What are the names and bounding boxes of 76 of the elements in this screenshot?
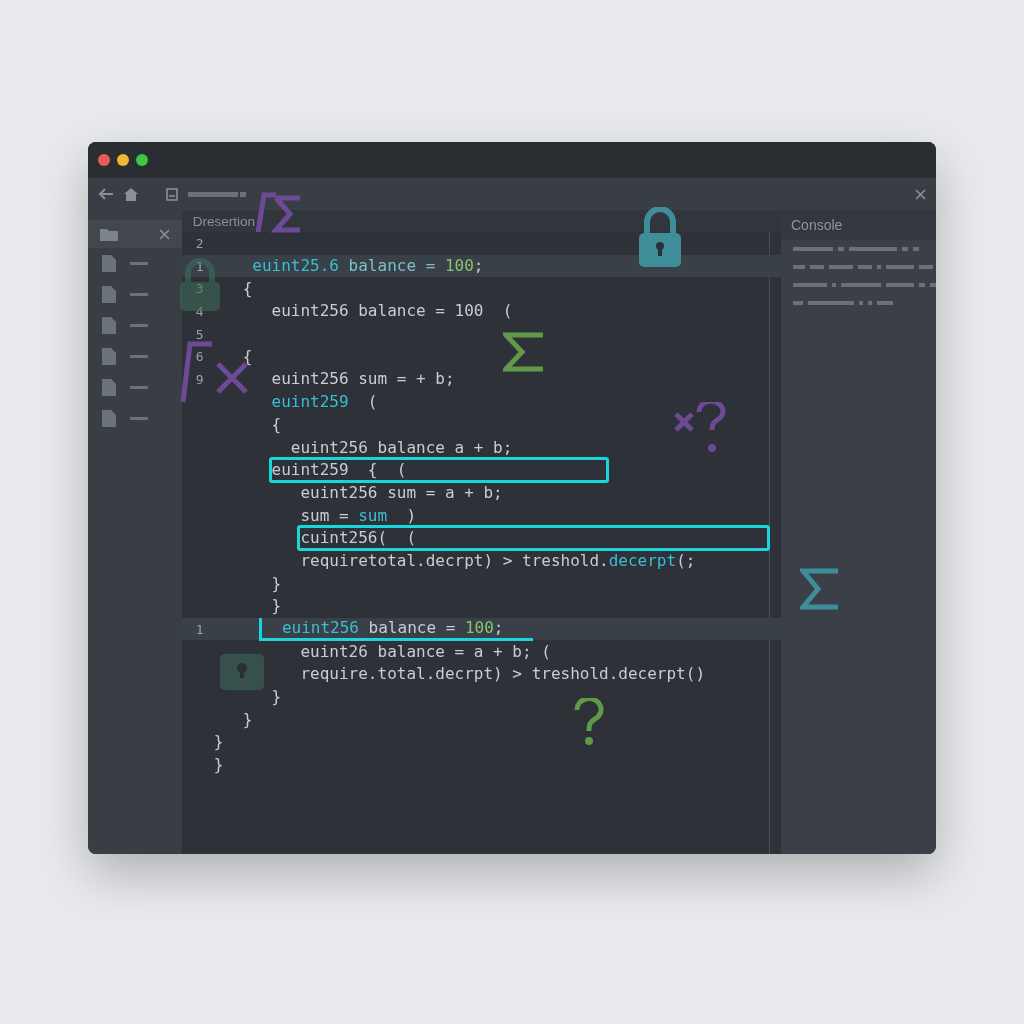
code-line: } <box>270 572 283 595</box>
file-name-placeholder <box>130 262 148 265</box>
code-line: euint256 balance a + b; <box>289 436 514 459</box>
file-name-placeholder <box>130 386 148 389</box>
code-line: { <box>241 277 254 300</box>
outlined-code-line: euint256 balance = 100; <box>258 617 534 641</box>
console-text-placeholder <box>810 265 824 269</box>
code-line: { <box>270 413 283 436</box>
console-text-placeholder <box>793 301 803 305</box>
console-text-placeholder <box>793 283 827 287</box>
code-line: { <box>241 345 254 368</box>
code-line: } <box>212 731 225 754</box>
sigma-icon <box>503 332 545 372</box>
console-text-placeholder <box>859 301 863 305</box>
code-line: } <box>241 708 254 731</box>
document-icon[interactable] <box>166 187 178 201</box>
back-arrow-icon[interactable] <box>98 187 114 201</box>
line-number: 5 <box>195 326 204 342</box>
sigma-icon <box>800 568 840 610</box>
console-text-placeholder <box>829 265 853 269</box>
console-text-placeholder <box>808 301 854 305</box>
close-icon[interactable] <box>915 188 926 200</box>
console-text-placeholder <box>868 301 872 305</box>
console-text-placeholder <box>886 283 914 287</box>
console-text-placeholder <box>832 283 836 287</box>
code-line: sum = sum ) <box>299 504 418 527</box>
console-text-placeholder <box>838 247 844 251</box>
file-name-placeholder <box>130 355 148 358</box>
code-line: euint26 balance = a + b; ( <box>299 640 552 663</box>
file-icon[interactable] <box>102 255 116 272</box>
code-line: requiretotal.decrpt) > treshold.decerpt(; <box>299 549 697 572</box>
file-name-placeholder <box>130 293 148 296</box>
code-line: } <box>270 595 283 618</box>
console-text-placeholder <box>841 283 881 287</box>
code-line: euint25.6 balance = 100; <box>251 255 485 278</box>
console-text-placeholder <box>858 265 872 269</box>
code-line: euint256 sum = + b; <box>270 368 456 391</box>
code-line: euint259 ( <box>270 391 379 414</box>
file-icon[interactable] <box>102 348 116 365</box>
console-text-placeholder <box>877 265 881 269</box>
file-icon[interactable] <box>102 379 116 396</box>
console-text-placeholder <box>877 301 893 305</box>
console-text-placeholder <box>886 265 914 269</box>
file-icon[interactable] <box>102 410 116 427</box>
code-line: require.total.decrpt) > treshold.decerpt() <box>299 663 706 686</box>
root-sigma-icon <box>256 192 303 234</box>
code-line: euint256 sum = a + b; <box>299 481 504 504</box>
line-number: 2 <box>195 235 204 251</box>
code-line: } <box>270 686 283 709</box>
close-window-button[interactable] <box>98 154 110 166</box>
address-placeholder-bar <box>188 191 238 197</box>
maximize-window-button[interactable] <box>136 154 148 166</box>
close-icon[interactable] <box>158 228 170 240</box>
address-placeholder-bar-end <box>240 191 246 197</box>
padlock-icon <box>220 654 264 690</box>
folder-icon[interactable] <box>100 227 118 241</box>
console-text-placeholder <box>793 247 833 251</box>
file-name-placeholder <box>130 324 148 327</box>
console-text-placeholder <box>849 247 897 251</box>
console-text-placeholder <box>793 265 805 269</box>
question-mark-icon <box>573 698 605 746</box>
home-icon[interactable] <box>124 187 138 201</box>
code-line: euint256 balance = 100 ( <box>270 300 514 323</box>
console-title: Console <box>791 217 843 233</box>
file-icon[interactable] <box>102 317 116 334</box>
file-icon[interactable] <box>102 286 116 303</box>
console-text-placeholder <box>919 265 933 269</box>
line-number: 4 <box>195 303 204 319</box>
line-number: 1 <box>195 621 204 637</box>
file-name-placeholder <box>130 417 148 420</box>
line-number: 6 <box>195 349 204 365</box>
line-number: 1 <box>195 258 204 274</box>
line-number: 9 <box>195 371 204 387</box>
editor-tab-title[interactable]: Dresertion <box>192 213 255 229</box>
minimize-window-button[interactable] <box>117 154 129 166</box>
code-line: } <box>212 754 225 777</box>
